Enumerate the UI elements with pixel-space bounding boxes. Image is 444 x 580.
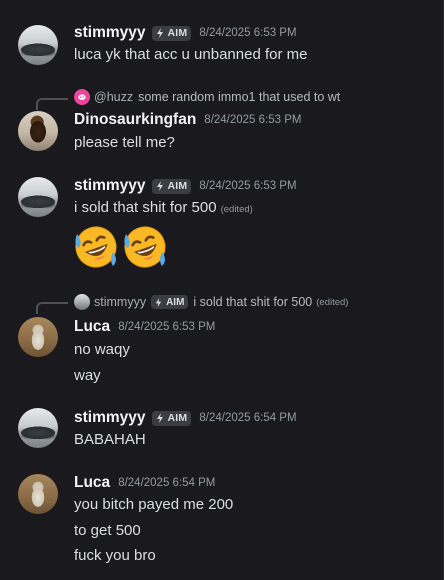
message-text: luca yk that acc u unbanned for me bbox=[74, 46, 308, 63]
username[interactable]: stimmyyy bbox=[74, 177, 146, 195]
message-header: Luca 8/24/2025 6:54 PM bbox=[74, 473, 215, 493]
message-text: BABAHAH bbox=[74, 431, 146, 448]
rolling-on-floor-laughing-emoji[interactable] bbox=[73, 224, 119, 270]
server-tag[interactable]: AIM bbox=[151, 410, 192, 426]
reply-preview[interactable]: @huzz some random immo1 that used to wt bbox=[74, 88, 340, 106]
message-header: Dinosaurkingfan 8/24/2025 6:53 PM bbox=[74, 110, 301, 130]
message-text: fuck you bro bbox=[74, 547, 156, 564]
message-text: no waqy bbox=[74, 341, 130, 358]
message-group: stimmyyy AIM i sold that shit for 500 (e… bbox=[0, 292, 443, 392]
message-text: to get 500 bbox=[74, 522, 141, 539]
message-group: Luca 8/24/2025 6:54 PM you bitch payed m… bbox=[0, 466, 443, 576]
reply-spine bbox=[36, 302, 68, 314]
lightning-icon bbox=[156, 181, 163, 191]
username[interactable]: Luca bbox=[74, 474, 110, 492]
timestamp: 8/24/2025 6:53 PM bbox=[199, 27, 297, 39]
lightning-icon bbox=[156, 413, 163, 423]
message-group: stimmyyy AIM 8/24/2025 6:53 PM luca yk t… bbox=[0, 0, 443, 90]
message-header: stimmyyy AIM 8/24/2025 6:54 PM bbox=[74, 408, 297, 428]
timestamp: 8/24/2025 6:53 PM bbox=[199, 180, 297, 192]
avatar[interactable] bbox=[18, 111, 58, 151]
server-tag: AIM bbox=[151, 295, 189, 309]
message-group: stimmyyy AIM 8/24/2025 6:54 PM BABAHAH bbox=[0, 400, 443, 460]
avatar[interactable] bbox=[18, 25, 58, 65]
timestamp: 8/24/2025 6:53 PM bbox=[118, 321, 216, 333]
rolling-on-floor-laughing-emoji[interactable] bbox=[122, 224, 168, 270]
reply-preview[interactable]: stimmyyy AIM i sold that shit for 500 (e… bbox=[74, 293, 348, 311]
message-header: stimmyyy AIM 8/24/2025 6:53 PM bbox=[74, 176, 297, 196]
message-text: i sold that shit for 500 (edited) bbox=[74, 199, 253, 216]
avatar bbox=[74, 294, 90, 310]
edited-label: (edited) bbox=[316, 296, 349, 308]
avatar[interactable] bbox=[18, 317, 58, 357]
reply-text: i sold that shit for 500 bbox=[193, 295, 313, 309]
lightning-icon bbox=[155, 297, 162, 307]
message-header: stimmyyy AIM 8/24/2025 6:53 PM bbox=[74, 23, 297, 43]
message-group: @huzz some random immo1 that used to wt … bbox=[0, 88, 443, 168]
timestamp: 8/24/2025 6:54 PM bbox=[199, 412, 297, 424]
avatar[interactable] bbox=[18, 474, 58, 514]
message-text: you bitch payed me 200 bbox=[74, 496, 234, 513]
message-group: stimmyyy AIM 8/24/2025 6:53 PM i sold th… bbox=[0, 170, 443, 290]
username[interactable]: Luca bbox=[74, 318, 110, 336]
avatar[interactable] bbox=[18, 177, 58, 217]
avatar[interactable] bbox=[18, 408, 58, 448]
server-tag[interactable]: AIM bbox=[151, 25, 192, 41]
reply-spine bbox=[36, 98, 68, 110]
lightning-icon bbox=[156, 28, 163, 38]
server-tag[interactable]: AIM bbox=[151, 178, 192, 194]
reply-author[interactable]: stimmyyy bbox=[94, 295, 146, 309]
username[interactable]: stimmyyy bbox=[74, 24, 146, 42]
message-text: way bbox=[74, 367, 101, 384]
timestamp: 8/24/2025 6:54 PM bbox=[118, 477, 216, 489]
edited-label: (edited) bbox=[220, 204, 253, 215]
username[interactable]: Dinosaurkingfan bbox=[74, 111, 196, 129]
timestamp: 8/24/2025 6:53 PM bbox=[204, 114, 302, 126]
chat-message-list: stimmyyy AIM 8/24/2025 6:53 PM luca yk t… bbox=[0, 0, 444, 580]
reply-author[interactable]: @huzz bbox=[94, 90, 133, 104]
message-header: Luca 8/24/2025 6:53 PM bbox=[74, 317, 215, 337]
username[interactable]: stimmyyy bbox=[74, 409, 146, 427]
message-text: please tell me? bbox=[74, 134, 175, 151]
reply-text: some random immo1 that used to wt bbox=[138, 90, 341, 104]
discord-icon bbox=[74, 89, 90, 105]
